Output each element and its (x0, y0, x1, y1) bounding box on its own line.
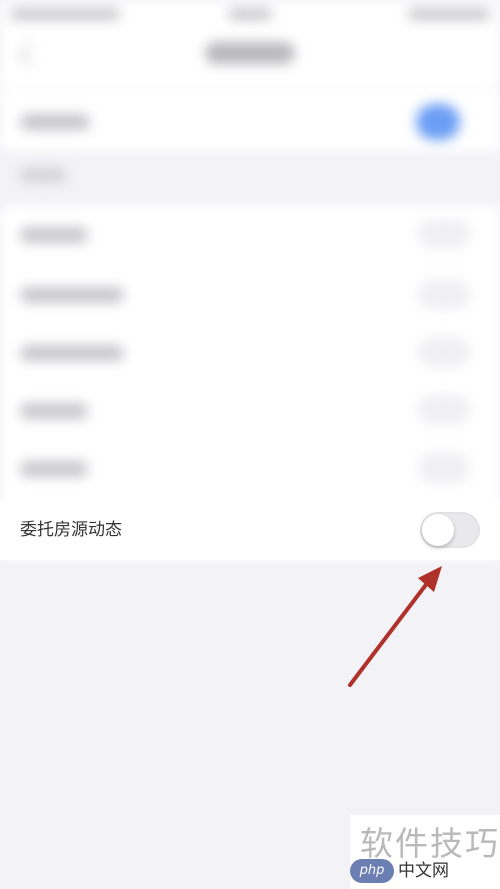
nav-bar (0, 28, 500, 88)
row-label (20, 461, 88, 477)
list-item (0, 439, 500, 497)
section-header (20, 168, 66, 182)
row-label (20, 287, 124, 303)
row-toggle[interactable] (418, 453, 470, 483)
status-battery (408, 8, 490, 20)
watermark-text: 软件技巧 (360, 824, 500, 863)
row-label: 委托房源动态 (20, 520, 122, 540)
list-item (0, 323, 500, 381)
status-bar (0, 0, 500, 28)
settings-row-master (0, 90, 500, 152)
watermark-site: 中文网 (398, 861, 449, 881)
back-icon[interactable] (18, 42, 43, 67)
status-time (228, 8, 272, 20)
row-toggle[interactable] (418, 279, 470, 309)
row-toggle[interactable] (418, 219, 470, 249)
status-carrier (10, 8, 120, 20)
row-toggle[interactable] (418, 337, 470, 367)
entrusted-listing-toggle[interactable] (420, 512, 480, 548)
row-label (20, 114, 90, 130)
row-label (20, 345, 124, 361)
row-label (20, 403, 88, 419)
row-toggle[interactable] (418, 395, 470, 425)
page-title (205, 42, 295, 64)
toggle-knob (422, 514, 454, 546)
row-label (20, 227, 88, 243)
master-toggle[interactable] (416, 104, 460, 140)
watermark: 软件技巧 php 中文网 (350, 815, 500, 889)
php-logo-icon: php (350, 859, 394, 883)
list-item (0, 205, 500, 263)
list-item (0, 265, 500, 323)
list-item (0, 381, 500, 439)
